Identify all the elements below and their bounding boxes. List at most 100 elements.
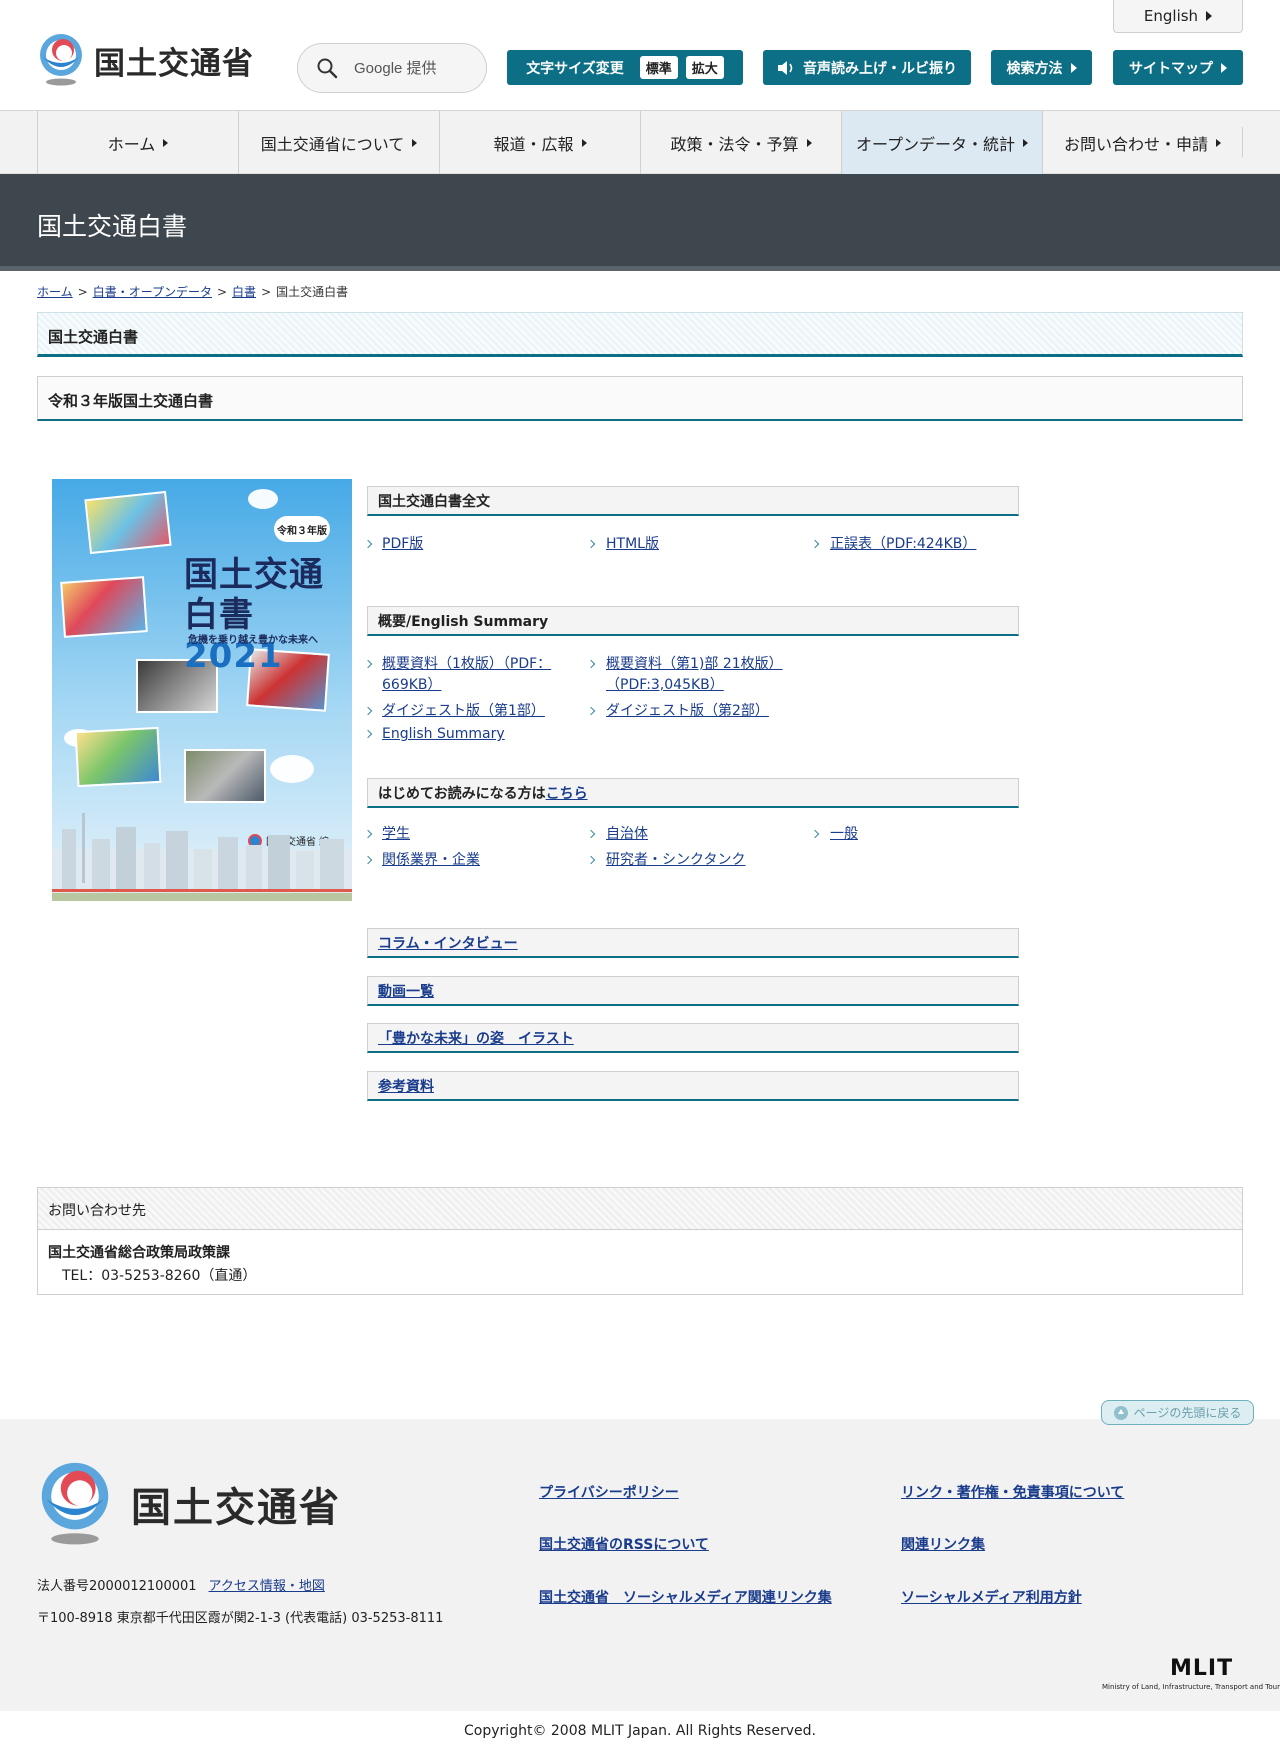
breadcrumb-home-link[interactable]: ホーム [37,285,73,299]
breadcrumb-whitepaper-link[interactable]: 白書 [232,285,256,299]
english-button-label: English [1143,7,1199,25]
search-input[interactable] [354,54,474,82]
footer-logo[interactable]: 国土交通省 [37,1461,341,1547]
contact-organization: 国土交通省総合政策局政策課 [48,1245,230,1261]
page-title-band-divider [0,266,1280,271]
chevron-right-icon [810,539,820,549]
future-illustration-link[interactable]: 「豊かな未来」の姿 イラスト [378,1028,574,1048]
cover-drawing-image [60,576,148,638]
future-illustration-heading: 「豊かな未来」の姿 イラスト [367,1023,1019,1053]
section-heading-label: 国土交通白書 [48,328,139,346]
search-icon[interactable] [316,57,338,79]
nav-divider [1242,127,1243,157]
nav-item-opendata[interactable]: オープンデータ・統計 [841,111,1042,174]
ministry-logo-icon [41,1462,109,1545]
triangle-right-icon [412,138,418,147]
summary-21page-link[interactable]: 概要資料（第1)部 21枚版） （PDF:3,045KB） [606,654,783,696]
sitemap-label: サイトマップ [1129,60,1213,77]
audience-students-link[interactable]: 学生 [382,824,410,845]
subsection-heading: 令和３年版国土交通白書 [37,376,1243,421]
audience-general-link[interactable]: 一般 [830,824,858,845]
rss-info-link[interactable]: 国土交通省のRSSについて [539,1534,709,1554]
mlit-logo-subtitle: Ministry of Land, Infrastructure, Transp… [1102,1683,1280,1691]
triangle-right-icon [1221,62,1227,73]
triangle-right-icon [1070,62,1077,73]
search-method-button[interactable]: 検索方法 [991,50,1092,85]
reference-materials-link[interactable]: 参考資料 [378,1076,434,1096]
chevron-right-icon [586,855,596,865]
chevron-right-icon [586,659,596,669]
sitemap-button[interactable]: サイトマップ [1113,50,1243,85]
font-size-standard-button[interactable]: 標準 [639,56,678,79]
cover-edition-badge: 令和３年版 [274,516,330,542]
audience-researchers-link[interactable]: 研究者・シンクタンク [606,850,745,871]
chevron-right-icon [586,829,596,839]
english-button[interactable]: English [1113,0,1243,33]
font-size-control: 文字サイズ変更 標準 拡大 [507,50,743,85]
chevron-right-icon [810,829,820,839]
copyright: Copyright© 2008 MLIT Japan. All Rights R… [464,1723,816,1739]
privacy-policy-link[interactable]: プライバシーポリシー [539,1482,679,1502]
speech-ruby-label: 音声読み上げ・ルビ振り [803,60,957,77]
contact-heading: お問い合わせ先 [38,1188,1242,1230]
english-summary-link[interactable]: English Summary [382,724,505,745]
summary-1page-link[interactable]: 概要資料（1枚版）（PDF： 669KB） [382,654,551,696]
breadcrumb-separator: > [261,285,272,299]
footer-address: 〒100-8918 東京都千代田区霞が関2-1-3 (代表電話) 03-5253… [37,1611,444,1626]
cloud-shape [270,755,314,783]
video-list-link[interactable]: 動画一覧 [378,981,434,1001]
speech-ruby-button[interactable]: 音声読み上げ・ルビ振り [763,50,971,85]
audience-municipalities-link[interactable]: 自治体 [606,824,648,845]
first-time-heading: はじめてお読みになる方は こちら [367,778,1019,808]
column-interview-heading: コラム・インタビュー [367,928,1019,958]
summary-21page-link-line1: 概要資料（第1)部 21枚版） [606,656,783,672]
summary-1page-link-line2: 669KB） [382,677,442,693]
nav-item-press[interactable]: 報道・広報 [439,111,640,174]
access-map-link[interactable]: アクセス情報・地図 [209,1579,325,1594]
digest-part1-link[interactable]: ダイジェスト版（第1部） [382,701,545,722]
city-skyline-illustration [52,813,352,901]
summary-heading-label: 概要/English Summary [378,613,549,630]
breadcrumb-whitepaper-opendata-link[interactable]: 白書・オープンデータ [93,285,212,299]
nav-item-label: お問い合わせ・申請 [1063,134,1208,154]
contact-box: お問い合わせ先 国土交通省総合政策局政策課 TEL：03-5253-8260（直… [37,1187,1243,1295]
cover-title-word: 白書 [184,595,254,635]
nav-item-policy[interactable]: 政策・法令・予算 [640,111,841,174]
arrow-up-icon [1113,1405,1128,1420]
social-media-policy-link[interactable]: ソーシャルメディア利用方針 [901,1587,1082,1607]
chevron-right-icon [363,855,373,865]
first-time-here-link[interactable]: こちら [546,783,588,803]
errata-link[interactable]: 正誤表（PDF:424KB） [830,534,976,555]
nav-item-label: 国土交通省について [260,134,405,154]
nav-item-contact[interactable]: お問い合わせ・申請 [1042,111,1242,174]
search-method-label: 検索方法 [1006,60,1063,77]
site-logo-text: 国土交通省 [94,45,254,82]
cover-drawing-image [84,490,172,555]
section-heading: 国土交通白書 [37,312,1243,357]
audience-industry-link[interactable]: 関係業界・企業 [382,850,480,871]
breadcrumb-current: 国土交通白書 [276,285,349,299]
triangle-right-icon [1216,138,1221,147]
cover-photo-image [184,749,266,803]
back-to-top-label: ページの先頭に戻る [1133,1406,1242,1420]
chevron-right-icon [363,659,373,669]
nav-item-about[interactable]: 国土交通省について [238,111,439,174]
site-logo[interactable]: 国土交通省 [37,32,262,88]
cover-subtitle: 危機を乗り越え豊かな未来へ [188,635,318,646]
copyright-disclaimer-link[interactable]: リンク・著作権・免責事項について [901,1482,1124,1502]
column-interview-link[interactable]: コラム・インタビュー [378,933,518,953]
social-media-links-link[interactable]: 国土交通省 ソーシャルメディア関連リンク集 [539,1587,832,1607]
html-version-link[interactable]: HTML版 [606,534,659,555]
whitepaper-cover-image: 令和３年版 国土交通 白書2021 危機を乗り越え豊かな未来へ 国土交通省 編 [52,479,352,901]
footer-logo-text: 国土交通省 [131,1485,341,1531]
search-box[interactable] [297,43,487,93]
font-size-large-button[interactable]: 拡大 [685,56,724,79]
fulltext-heading-label: 国土交通白書全文 [378,493,490,510]
corporate-number: 法人番号2000012100001 [37,1579,197,1594]
pdf-version-link[interactable]: PDF版 [382,534,423,555]
related-links-link[interactable]: 関連リンク集 [901,1534,985,1554]
digest-part2-link[interactable]: ダイジェスト版（第2部） [606,701,769,722]
nav-item-home[interactable]: ホーム [37,111,238,174]
back-to-top-button[interactable]: ページの先頭に戻る [1101,1400,1254,1425]
breadcrumb-separator: > [77,285,88,299]
